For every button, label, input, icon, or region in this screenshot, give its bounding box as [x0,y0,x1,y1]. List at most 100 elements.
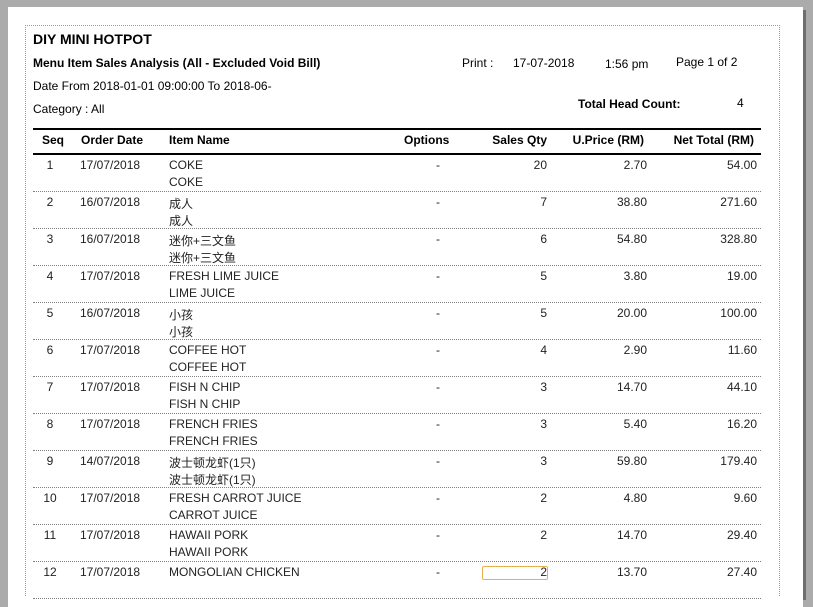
table-body: 1 17/07/2018 COKE COKE - 20 2.70 54.00 2 16/07/20… [33,155,761,599]
print-time: 1:56 pm [605,57,649,71]
cell-unit-price: 20.00 [616,306,647,320]
cell-options: - [436,380,440,394]
head-count-value: 4 [737,96,744,110]
cell-options: - [436,343,440,357]
cell-net-total: 179.40 [720,454,757,468]
cell-seq: 3 [46,232,54,246]
table-row: 5 16/07/2018 小孩 小孩 -5 20.00 100.00 [33,303,761,340]
cell-net-total: 29.40 [726,528,757,542]
table-row: 11 17/07/2018 HAWAII PORK HAWAII PORK - 2 14.7… [33,525,761,562]
cell-order-date: 17/07/2018 [80,565,141,579]
cell-options: - [436,195,440,209]
cell-net-total: 19.00 [726,269,757,283]
cell-unit-price: 54.80 [616,232,647,246]
cell-sales-qty: 5 [540,269,547,283]
cell-item-name: 波士顿龙虾(1只) [169,456,256,470]
cell-sales-qty: 3 [540,454,547,468]
cell-sales-qty: 6 [540,232,547,246]
cell-seq: 9 [46,454,54,468]
table-header: Seq Order Date Item Name Options Sales Q… [33,128,761,155]
cell-unit-price: 3.80 [623,269,647,283]
table-row: 2 16/07/2018 成人 成人 -7 38.80 271.60 [33,192,761,229]
cell-order-date: 17/07/2018 [80,417,141,431]
print-date: 17-07-2018 [513,56,575,70]
column-header-sales-qty: Sales Qty [492,133,547,147]
table-row: 8 17/07/2018 FRENCH FRIES FRENCH FRIES - 3 5.4… [33,414,761,451]
cell-item-name-secondary: 迷你+三文鱼 [169,251,237,265]
cell-item-name-secondary: FRENCH FRIES [169,434,258,448]
cell-sales-qty: 2 [540,528,547,542]
cell-item-name: 成人 [169,197,194,211]
cell-item-name-secondary: 波士顿龙虾(1只) [169,473,256,487]
cell-options: - [436,491,440,505]
cell-seq: 10 [43,491,57,505]
cell-item-name: 小孩 [169,308,194,322]
cell-options: - [436,232,440,246]
cell-seq: 4 [46,269,54,283]
cell-order-date: 17/07/2018 [80,528,141,542]
cell-options: - [436,306,440,320]
cell-sales-qty: 5 [540,306,547,320]
cell-seq: 1 [46,158,54,172]
cell-item-name-secondary: FISH N CHIP [169,397,241,411]
cell-item-name-secondary: LIME JUICE [169,286,236,300]
cell-order-date: 16/07/2018 [80,306,141,320]
column-header-item-name: Item Name [169,133,230,147]
head-count-label: Total Head Count: [578,97,681,111]
cell-net-total: 44.10 [726,380,757,394]
cell-unit-price: 59.80 [616,454,647,468]
cell-unit-price: 38.80 [616,195,647,209]
cell-options: - [436,565,440,579]
column-header-unit-price: U.Price (RM) [572,133,644,147]
category-filter: Category : All [33,102,105,116]
cell-unit-price: 5.40 [623,417,647,431]
report-title: Menu Item Sales Analysis (All - Excluded… [33,56,321,70]
cell-unit-price: 4.80 [623,491,647,505]
cell-sales-qty: 7 [540,195,547,209]
cell-item-name: FISH N CHIP [169,380,241,394]
cell-order-date: 16/07/2018 [80,232,141,246]
column-header-options: Options [404,133,450,147]
cell-sales-qty: 2 [540,491,547,505]
cell-order-date: 14/07/2018 [80,454,141,468]
table-row: 3 16/07/2018 迷你+三文鱼 迷你+三文鱼 - 6 54.80 328.80 [33,229,761,266]
date-range: Date From 2018-01-01 09:00:00 To 2018-06… [33,79,272,93]
column-header-seq: Seq [42,133,65,147]
cell-item-name: COFFEE HOT [169,343,247,357]
cell-seq: 6 [46,343,54,357]
cell-order-date: 17/07/2018 [80,269,141,283]
table-row: 12 17/07/2018 MONGOLIAN CHICKEN - 2 13.70 27.4… [33,562,761,599]
cell-item-name: HAWAII PORK [169,528,249,542]
cell-unit-price: 13.70 [616,565,647,579]
cell-order-date: 17/07/2018 [80,491,141,505]
company-name: DIY MINI HOTPOT [33,31,152,47]
cell-options: - [436,528,440,542]
cell-unit-price: 2.70 [623,158,647,172]
cell-options: - [436,158,440,172]
cell-net-total: 27.40 [726,565,757,579]
cell-net-total: 9.60 [733,491,757,505]
cell-options: - [436,269,440,283]
table-row: 9 14/07/2018 波士顿龙虾(1只) 波士顿龙虾(1只) - 3 59.80 179.… [33,451,761,488]
cell-item-name: FRENCH FRIES [169,417,258,431]
cell-sales-qty: 4 [540,343,547,357]
cell-seq: 11 [43,528,57,542]
cell-item-name-secondary: COKE [169,175,204,189]
cell-net-total: 54.00 [726,158,757,172]
cell-seq: 12 [43,565,57,579]
cell-net-total: 328.80 [720,232,757,246]
cell-seq: 7 [46,380,54,394]
cell-options: - [436,454,440,468]
column-header-net-total: Net Total (RM) [673,133,754,147]
cell-net-total: 16.20 [726,417,757,431]
cell-seq: 8 [46,417,54,431]
cell-order-date: 17/07/2018 [80,343,141,357]
column-header-order-date: Order Date [81,133,144,147]
cell-item-name-secondary: COFFEE HOT [169,360,247,374]
cell-item-name-secondary: 成人 [169,214,194,228]
cell-item-name: FRESH LIME JUICE [169,269,280,283]
page-indicator: Page 1 of 2 [676,55,738,69]
cell-item-name: MONGOLIAN CHICKEN [169,565,300,579]
cell-item-name: FRESH CARROT JUICE [169,491,302,505]
sales-table: Seq Order Date Item Name Options Sales Q… [33,128,761,599]
